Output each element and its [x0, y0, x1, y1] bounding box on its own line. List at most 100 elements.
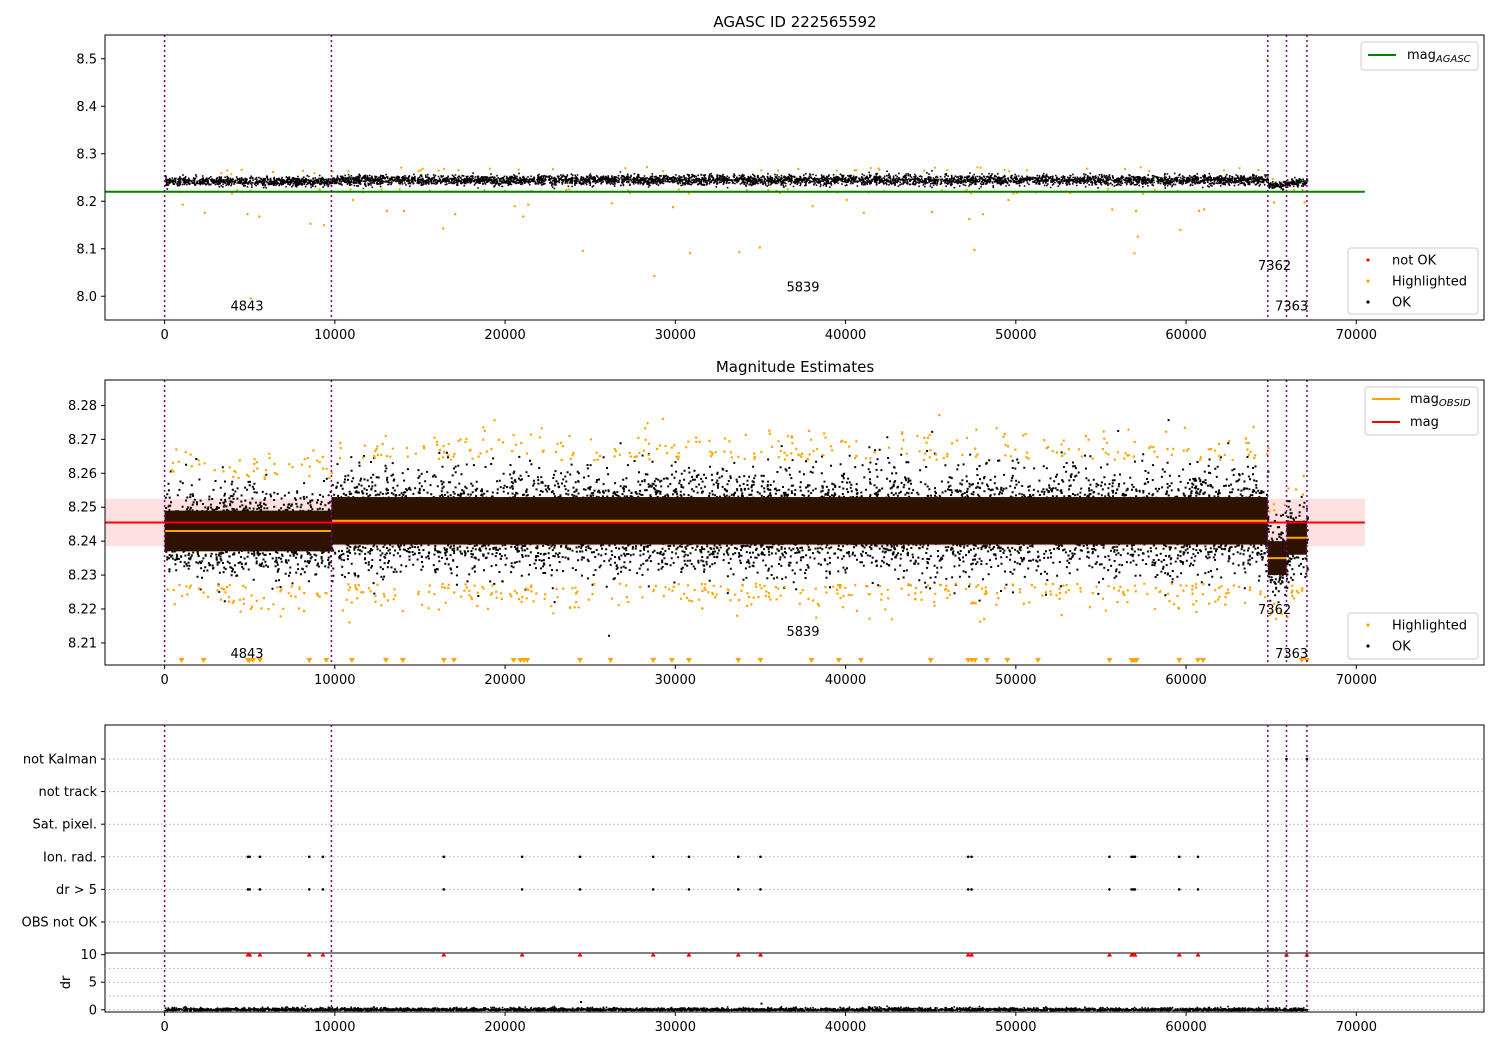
flag-point [1196, 855, 1200, 859]
flag-point [442, 888, 446, 891]
obsid-label: 4843 [230, 300, 263, 315]
obsid-label: 7362 [1258, 603, 1291, 618]
y-tick-label: 8.21 [68, 636, 97, 651]
flag-point [1196, 888, 1200, 891]
y-tick-label: 8.26 [68, 467, 97, 482]
y-tick-label: 8.0 [76, 290, 97, 305]
flag-point [1305, 757, 1309, 761]
y-tick-label: 8.28 [68, 399, 97, 414]
flag-point [321, 855, 325, 859]
x-tick-label: 0 [160, 673, 168, 688]
x-tick-label: 40000 [825, 1020, 866, 1035]
x-tick-label: 30000 [655, 1020, 696, 1035]
flag-point [737, 888, 740, 891]
flag-point [307, 855, 311, 859]
y-tick-label: 8.2 [76, 195, 97, 210]
flag-point [1177, 888, 1181, 891]
dr-tick-label: 5 [89, 976, 97, 991]
x-tick-label: 30000 [655, 673, 696, 688]
legend-label: OK [1392, 296, 1411, 311]
x-tick-label: 70000 [1336, 1020, 1377, 1035]
flag-point [737, 855, 740, 859]
dr-axis-label: dr [59, 975, 74, 989]
flag-point [966, 855, 970, 859]
flag-label: not Kalman [23, 753, 97, 768]
x-tick-label: 20000 [484, 328, 525, 343]
flag-point [1108, 888, 1111, 891]
legend-label: OK [1392, 640, 1411, 655]
y-tick-label: 8.3 [76, 147, 97, 162]
legend-marker [1366, 644, 1370, 648]
y-tick-label: 8.5 [76, 52, 97, 67]
x-tick-label: 40000 [825, 328, 866, 343]
y-tick-label: 8.22 [68, 603, 97, 618]
x-tick-label: 20000 [484, 673, 525, 688]
flag-point [258, 888, 262, 891]
legend-label: not OK [1392, 254, 1437, 269]
x-tick-label: 0 [160, 328, 168, 343]
x-tick-label: 50000 [995, 1020, 1036, 1035]
legend-subscript: AGASC [1435, 54, 1471, 65]
flag-point [651, 888, 655, 891]
flag-point [970, 888, 973, 891]
y-tick-label: 8.23 [68, 569, 97, 584]
x-tick-label: 30000 [655, 328, 696, 343]
flag-point [578, 888, 582, 891]
flag-point [759, 855, 762, 859]
obsid-label: 5839 [786, 281, 819, 296]
flag-point [759, 888, 762, 891]
flag-point [1285, 757, 1288, 761]
flag-point [442, 855, 446, 859]
legend-subscript: OBSID [1439, 398, 1471, 409]
obsid-label: 7363 [1275, 300, 1308, 315]
legend-label: mag [1410, 415, 1439, 430]
flag-point [687, 855, 691, 859]
x-tick-label: 60000 [1165, 328, 1206, 343]
x-tick-label: 70000 [1336, 328, 1377, 343]
y-tick-label: 8.4 [76, 100, 97, 115]
flag-point [1133, 888, 1137, 891]
legend-marker [1366, 300, 1370, 304]
flag-point [578, 855, 582, 859]
flag-label: not track [38, 785, 97, 800]
flag-label: dr > 5 [56, 883, 97, 898]
flag-point [1108, 855, 1111, 859]
panel1-title: AGASC ID 222565592 [713, 13, 876, 31]
x-tick-label: 50000 [995, 673, 1036, 688]
dr-tick-label: 10 [80, 948, 97, 963]
y-tick-label: 8.25 [68, 501, 97, 516]
flag-point [651, 855, 655, 859]
x-tick-label: 40000 [825, 673, 866, 688]
flag-point [1177, 855, 1181, 859]
x-tick-label: 10000 [314, 1020, 355, 1035]
legend-marker [1366, 623, 1370, 627]
x-tick-label: 70000 [1336, 673, 1377, 688]
flag-point [321, 888, 325, 891]
x-tick-label: 10000 [314, 673, 355, 688]
legend-label: Highlighted [1392, 275, 1467, 290]
x-tick-label: 60000 [1165, 673, 1206, 688]
y-tick-label: 8.24 [68, 535, 97, 550]
x-tick-label: 10000 [314, 328, 355, 343]
y-tick-label: 8.1 [76, 242, 97, 257]
flag-label: OBS not OK [22, 916, 98, 931]
flag-point [307, 888, 311, 891]
flag-point [966, 888, 970, 891]
flag-point [258, 855, 262, 859]
panel2-title: Magnitude Estimates [716, 358, 874, 376]
legend-marker [1366, 279, 1370, 283]
flag-point [970, 855, 973, 859]
x-tick-label: 0 [160, 1020, 168, 1035]
flag-label: Ion. rad. [43, 850, 97, 865]
legend-marker [1366, 258, 1370, 262]
obsid-label: 7362 [1258, 259, 1291, 274]
flag-point [520, 855, 524, 859]
flag-point [248, 855, 252, 859]
flag-point [687, 888, 691, 891]
flag-point [520, 888, 524, 891]
flag-point [248, 888, 252, 891]
x-tick-label: 60000 [1165, 1020, 1206, 1035]
x-tick-label: 20000 [484, 1020, 525, 1035]
figure: AGASC ID 222565592 Magnitude Estimates 4… [0, 0, 1500, 1050]
obsid-label: 7363 [1275, 647, 1308, 662]
